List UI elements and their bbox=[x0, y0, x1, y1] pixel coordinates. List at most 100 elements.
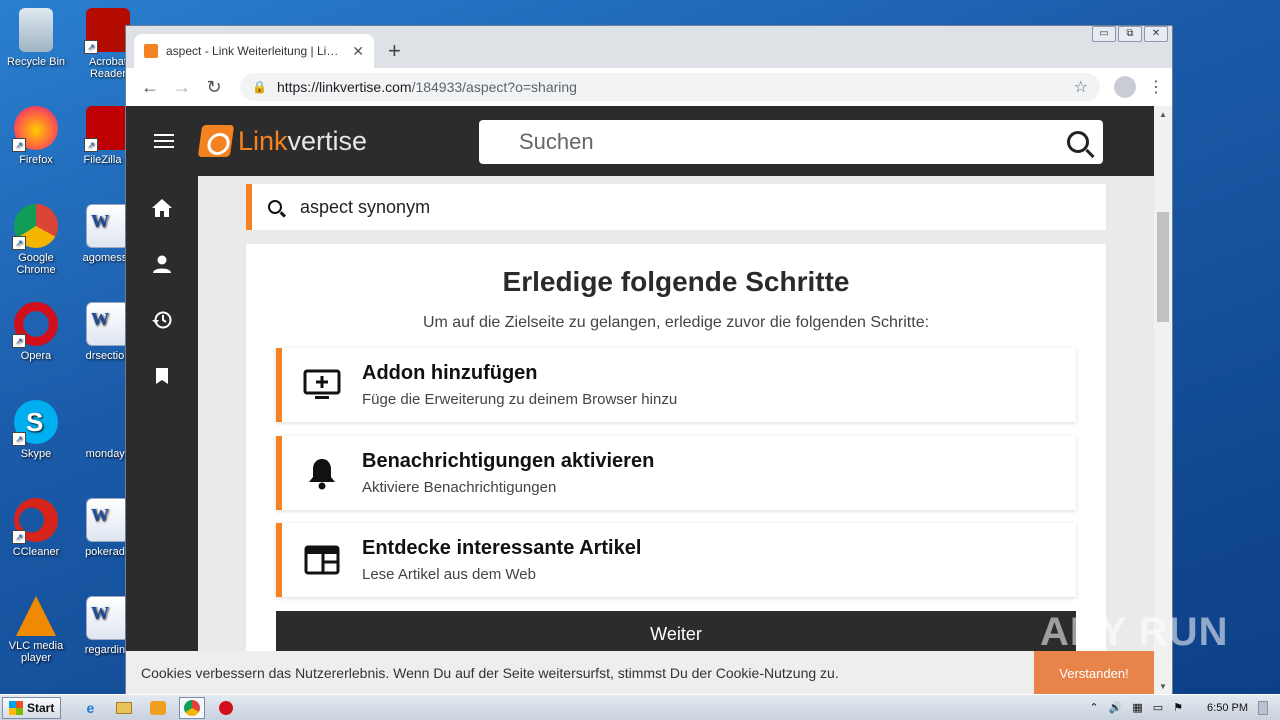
system-tray: ⌃ 🔊 ▦ ▭ ⚑ 6:50 PM bbox=[1089, 700, 1280, 715]
search-placeholder: Suchen bbox=[519, 129, 594, 154]
hamburger-menu-icon[interactable] bbox=[154, 130, 174, 152]
scrollbar-thumb[interactable] bbox=[1157, 212, 1169, 322]
add-to-screen-icon bbox=[282, 369, 362, 401]
logo-text-vertise: vertise bbox=[287, 125, 368, 156]
address-bar[interactable]: 🔒 https://linkvertise.com /184933/aspect… bbox=[240, 73, 1100, 101]
start-label: Start bbox=[27, 700, 55, 715]
minimize-button[interactable]: ▭ bbox=[1092, 26, 1116, 42]
desktop-icon-skype[interactable]: ↗ Skype bbox=[0, 400, 72, 460]
bookmark-icon bbox=[156, 368, 168, 384]
clock[interactable]: 6:50 PM bbox=[1207, 702, 1248, 714]
step-description: Aktiviere Benachrichtigungen bbox=[362, 479, 557, 496]
blank-doc-icon bbox=[86, 400, 130, 444]
desktop-icon-opera[interactable]: ↗ Opera bbox=[0, 302, 72, 362]
anyrun-watermark: ANY RUN bbox=[1040, 610, 1229, 654]
show-desktop-button[interactable] bbox=[1258, 700, 1268, 715]
action-center-flag-icon[interactable]: ⚑ bbox=[1173, 701, 1183, 714]
opera-icon: ↗ bbox=[12, 302, 58, 348]
ccleaner-icon: ↗ bbox=[12, 498, 58, 544]
close-tab-icon[interactable]: ✕ bbox=[352, 43, 364, 60]
vlc-icon bbox=[16, 596, 56, 636]
page-scrollbar[interactable]: ▲ ▼ bbox=[1154, 106, 1172, 695]
word-doc-icon bbox=[86, 302, 130, 346]
web-article-icon bbox=[282, 545, 362, 575]
scroll-down-arrow-icon[interactable]: ▼ bbox=[1159, 682, 1167, 691]
sidebar-item-history[interactable] bbox=[126, 292, 198, 348]
step-enable-notifications[interactable]: Benachrichtigungen aktivieren Aktiviere … bbox=[276, 436, 1076, 510]
desktop-icon-recycle-bin[interactable]: Recycle Bin bbox=[0, 8, 72, 68]
search-icon bbox=[268, 200, 282, 214]
step-add-addon[interactable]: Addon hinzufügen Füge die Erweiterung zu… bbox=[276, 348, 1076, 422]
chrome-taskbar-icon[interactable] bbox=[179, 696, 206, 719]
forward-arrow-icon[interactable]: → bbox=[166, 77, 198, 98]
taskbar: Start e ⌃ 🔊 ▦ ▭ ⚑ 6:50 PM bbox=[0, 694, 1280, 720]
linkvertise-logo[interactable]: Link vertise bbox=[197, 125, 368, 157]
browser-toolbar: ← → ↻ 🔒 https://linkvertise.com /184933/… bbox=[126, 68, 1172, 106]
sidebar-item-bookmarks[interactable] bbox=[126, 348, 198, 404]
media-player-icon[interactable] bbox=[145, 697, 171, 719]
desktop-icon-label: Recycle Bin bbox=[6, 56, 66, 68]
page-title: Erledige folgende Schritte bbox=[502, 266, 850, 297]
desktop-icon-ccleaner[interactable]: ↗ CCleaner bbox=[0, 498, 72, 558]
back-arrow-icon[interactable]: ← bbox=[134, 77, 166, 98]
monitor-icon[interactable]: ▭ bbox=[1153, 701, 1163, 714]
desktop-icon-label: VLC media player bbox=[8, 640, 64, 664]
site-sidebar bbox=[126, 176, 198, 695]
word-doc-icon bbox=[86, 596, 130, 640]
cookie-banner: Cookies verbessern das Nutzererlebnis. W… bbox=[126, 651, 1154, 695]
network-icon[interactable]: ▦ bbox=[1132, 701, 1142, 714]
sidebar-item-profile[interactable] bbox=[126, 236, 198, 292]
volume-icon[interactable]: 🔊 bbox=[1109, 701, 1123, 714]
word-doc-icon bbox=[86, 204, 130, 248]
bookmark-star-icon[interactable]: ☆ bbox=[1074, 77, 1088, 97]
profile-avatar-icon[interactable] bbox=[1114, 76, 1136, 98]
firefox-icon: ↗ bbox=[12, 106, 58, 152]
search-query-text: aspect synonym bbox=[300, 196, 431, 217]
browser-menu-icon[interactable]: ⋮ bbox=[1148, 77, 1164, 97]
desktop-icon-vlc[interactable]: VLC media player bbox=[0, 596, 72, 664]
new-tab-button[interactable]: + bbox=[388, 38, 401, 64]
step-description: Füge die Erweiterung zu deinem Browser h… bbox=[362, 391, 678, 408]
internet-explorer-icon[interactable]: e bbox=[77, 697, 103, 719]
desktop-icon-label: Skype bbox=[20, 448, 52, 460]
lock-icon: 🔒 bbox=[252, 80, 267, 94]
site-search-input[interactable]: Suchen bbox=[479, 120, 1103, 164]
desktop-icon-label: Google Chrome bbox=[16, 252, 56, 276]
history-icon bbox=[152, 311, 172, 329]
url-path: /184933/aspect?o=sharing bbox=[411, 79, 577, 95]
page-viewport: Link vertise Suchen aspect synonym Erled… bbox=[126, 106, 1154, 695]
windows-flag-icon bbox=[9, 700, 23, 715]
step-title: Entdecke interessante Artikel bbox=[362, 537, 642, 559]
step-discover-articles[interactable]: Entdecke interessante Artikel Lese Artik… bbox=[276, 523, 1076, 597]
restore-button[interactable]: ⧉ bbox=[1118, 26, 1142, 42]
linkvertise-logo-icon bbox=[197, 125, 235, 157]
opera-taskbar-icon[interactable] bbox=[213, 697, 239, 719]
reload-icon[interactable]: ↻ bbox=[198, 77, 230, 98]
step-title: Benachrichtigungen aktivieren bbox=[362, 450, 655, 472]
desktop-icon-chrome[interactable]: ↗ Google Chrome bbox=[0, 204, 72, 276]
cookie-accept-button[interactable]: Verstanden! bbox=[1034, 651, 1154, 695]
desktop-icon-firefox[interactable]: ↗ Firefox bbox=[0, 106, 72, 166]
recycle-bin-icon bbox=[19, 8, 53, 52]
url-host: https://linkvertise.com bbox=[276, 79, 412, 95]
step-description: Lese Artikel aus dem Web bbox=[362, 566, 536, 583]
step-title: Addon hinzufügen bbox=[362, 362, 538, 384]
filezilla-icon: ↗ bbox=[84, 106, 130, 152]
file-explorer-icon[interactable] bbox=[111, 697, 137, 719]
cookie-text: Cookies verbessern das Nutzererlebnis. W… bbox=[141, 665, 839, 681]
start-button[interactable]: Start bbox=[2, 696, 62, 719]
close-window-button[interactable]: ✕ bbox=[1144, 26, 1168, 42]
search-icon[interactable] bbox=[1067, 131, 1089, 153]
person-icon bbox=[153, 255, 171, 273]
show-hidden-icons-icon[interactable]: ⌃ bbox=[1089, 701, 1098, 714]
home-icon bbox=[152, 199, 172, 217]
desktop-icon-label: Firefox bbox=[19, 154, 53, 166]
browser-tab[interactable]: aspect - Link Weiterleitung | Linkvertis… bbox=[134, 34, 374, 68]
tab-title: aspect - Link Weiterleitung | Linkvertis… bbox=[166, 44, 345, 58]
steps-card: Erledige folgende Schritte Um auf die Zi… bbox=[246, 244, 1106, 695]
sidebar-item-home[interactable] bbox=[126, 180, 198, 236]
scroll-up-arrow-icon[interactable]: ▲ bbox=[1159, 110, 1167, 119]
logo-text-link: Link bbox=[238, 125, 288, 156]
site-header: Link vertise Suchen bbox=[126, 106, 1154, 176]
linkvertise-favicon-icon bbox=[144, 44, 158, 58]
